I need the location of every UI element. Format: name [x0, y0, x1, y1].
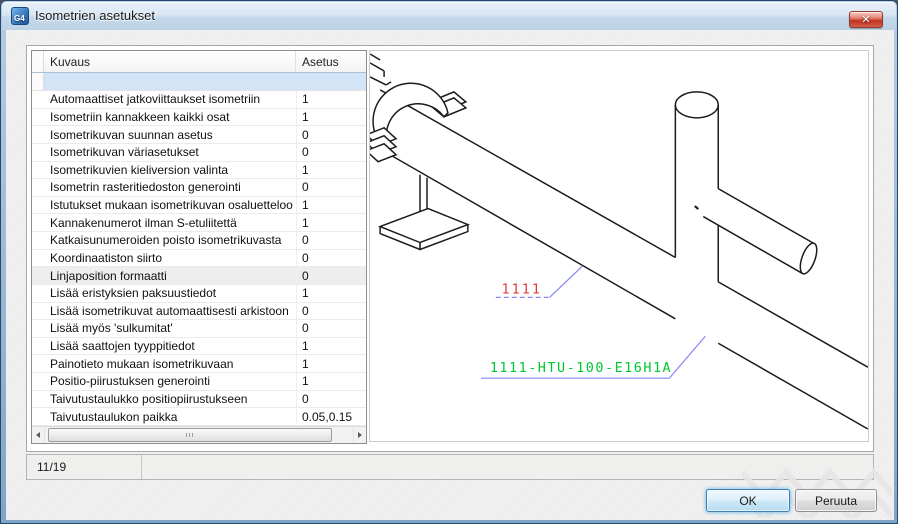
row-value: 0: [296, 320, 366, 337]
table-row[interactable]: Taivutustaulukko positiopiirustukseen 0: [32, 391, 366, 409]
weld-point-mark: [695, 206, 698, 209]
line-number-label: 1111: [502, 282, 542, 297]
cancel-button[interactable]: Peruuta: [795, 489, 877, 512]
row-value: 0: [296, 250, 366, 267]
table-row[interactable]: Taivutustaulukon paikka 0.05,0.15: [32, 408, 366, 426]
row-label: Katkaisunumeroiden poisto isometrikuvast…: [44, 233, 296, 247]
row-value: 0: [296, 391, 366, 408]
row-value: 0: [296, 303, 366, 320]
selection-highlight: [44, 73, 366, 90]
row-label: Lisää saattojen tyyppitiedot: [44, 339, 296, 353]
row-label: Painotieto mukaan isometrikuvaan: [44, 357, 296, 371]
column-header-kuvaus[interactable]: Kuvaus: [44, 51, 296, 72]
dialog-client-area: Kuvaus Asetus Automaattiset jatkoviittau…: [6, 30, 894, 520]
row-value: 1: [296, 373, 366, 390]
titlebar[interactable]: G4 Isometrien asetukset ✕: [2, 2, 896, 30]
ok-button[interactable]: OK: [706, 489, 790, 512]
table-row[interactable]: Isometrikuvan väriasetukset 0: [32, 144, 366, 162]
table-row[interactable]: Lisää myös 'sulkumitat' 0: [32, 320, 366, 338]
table-row[interactable]: Koordinaatiston siirto 0: [32, 250, 366, 268]
dialog-window: G4 Isometrien asetukset ✕ Kuvaus Asetus: [0, 0, 898, 524]
table-row[interactable]: Isometrikuvan suunnan asetus 0: [32, 126, 366, 144]
row-value: 1: [296, 91, 366, 108]
row-label: Automaattiset jatkoviittaukset isometrii…: [44, 92, 296, 106]
row-label: Isometrikuvan suunnan asetus: [44, 128, 296, 142]
row-label: Istutukset mukaan isometrikuvan osaluett…: [44, 198, 296, 212]
row-value: 1: [296, 109, 366, 126]
row-label: Lisää eristyksien paksuustiedot: [44, 286, 296, 300]
row-label: Koordinaatiston siirto: [44, 251, 296, 265]
scroll-left-button[interactable]: [32, 427, 45, 443]
triangle-right-icon: [358, 432, 362, 438]
row-label: Taivutustaulukko positiopiirustukseen: [44, 392, 296, 406]
row-value: 0: [296, 126, 366, 143]
table-row[interactable]: Positio-piirustuksen generointi 1: [32, 373, 366, 391]
selected-blank-row[interactable]: [32, 73, 366, 91]
horizontal-scrollbar: [32, 426, 366, 443]
row-value: 0: [296, 232, 366, 249]
row-value: 1: [296, 162, 366, 179]
window-title: Isometrien asetukset: [35, 2, 155, 30]
row-label: Taivutustaulukon paikka: [44, 410, 296, 424]
isometric-drawing: 1111 1111-HTU-100-E16H1A: [370, 51, 868, 441]
row-position-indicator: 11/19: [27, 455, 142, 479]
row-value: 1: [296, 197, 366, 214]
table-row[interactable]: Istutukset mukaan isometrikuvan osaluett…: [32, 197, 366, 215]
row-value: 0: [296, 267, 366, 284]
table-row[interactable]: Lisää eristyksien paksuustiedot 1: [32, 285, 366, 303]
table-row[interactable]: Automaattiset jatkoviittaukset isometrii…: [32, 91, 366, 109]
row-label: Positio-piirustuksen generointi: [44, 374, 296, 388]
row-label: Lisää myös 'sulkumitat': [44, 321, 296, 335]
table-row[interactable]: Kannakenumerot ilman S-etuliitettä 1: [32, 214, 366, 232]
row-value: 1: [296, 338, 366, 355]
close-button[interactable]: ✕: [849, 11, 883, 28]
row-value: 1: [296, 214, 366, 231]
row-label: Lisää isometrikuvat automaattisesti arki…: [44, 304, 296, 318]
row-value: 0.05,0.15: [296, 408, 366, 425]
pipeline-code-label: 1111-HTU-100-E16H1A: [490, 361, 672, 376]
row-label: Linjaposition formaatti: [44, 269, 296, 283]
table-row[interactable]: Isometrin rasteritiedoston generointi 0: [32, 179, 366, 197]
row-label: Isometrin rasteritiedoston generointi: [44, 180, 296, 194]
row-label: Isometrikuvan väriasetukset: [44, 145, 296, 159]
table-row[interactable]: Isometrikuvien kieliversion valinta 1: [32, 162, 366, 180]
support-base-plate: [380, 209, 468, 243]
row-header-gutter: [32, 73, 44, 90]
row-label: Kannakenumerot ilman S-etuliitettä: [44, 216, 296, 230]
scrollbar-thumb[interactable]: [48, 428, 332, 442]
table-rows: Automaattiset jatkoviittaukset isometrii…: [32, 91, 366, 426]
row-value: 1: [296, 285, 366, 302]
row-label: Isometriin kannakkeen kaikki osat: [44, 110, 296, 124]
isometric-preview: 1111 1111-HTU-100-E16H1A: [369, 50, 869, 442]
triangle-left-icon: [36, 432, 40, 438]
app-icon: G4: [11, 7, 29, 25]
column-header-asetus[interactable]: Asetus: [296, 51, 366, 72]
table-row[interactable]: Painotieto mukaan isometrikuvaan 1: [32, 355, 366, 373]
table-row[interactable]: Linjaposition formaatti 0: [32, 267, 366, 285]
scroll-right-button[interactable]: [353, 427, 366, 443]
settings-table: Kuvaus Asetus Automaattiset jatkoviittau…: [31, 50, 367, 444]
row-label: Isometrikuvien kieliversion valinta: [44, 163, 296, 177]
table-header: Kuvaus Asetus: [32, 51, 366, 73]
row-value: 0: [296, 144, 366, 161]
close-icon: ✕: [861, 14, 870, 25]
row-value: 1: [296, 355, 366, 372]
table-row[interactable]: Lisää isometrikuvat automaattisesti arki…: [32, 303, 366, 321]
table-row[interactable]: Katkaisunumeroiden poisto isometrikuvast…: [32, 232, 366, 250]
row-header-gutter: [32, 51, 44, 72]
app-icon-label: G4: [14, 14, 25, 23]
pipe-break-symbol: [370, 54, 391, 85]
table-row[interactable]: Lisää saattojen tyyppitiedot 1: [32, 338, 366, 356]
table-row[interactable]: Isometriin kannakkeen kaikki osat 1: [32, 109, 366, 127]
row-value: 0: [296, 179, 366, 196]
content-panel: Kuvaus Asetus Automaattiset jatkoviittau…: [26, 45, 874, 452]
